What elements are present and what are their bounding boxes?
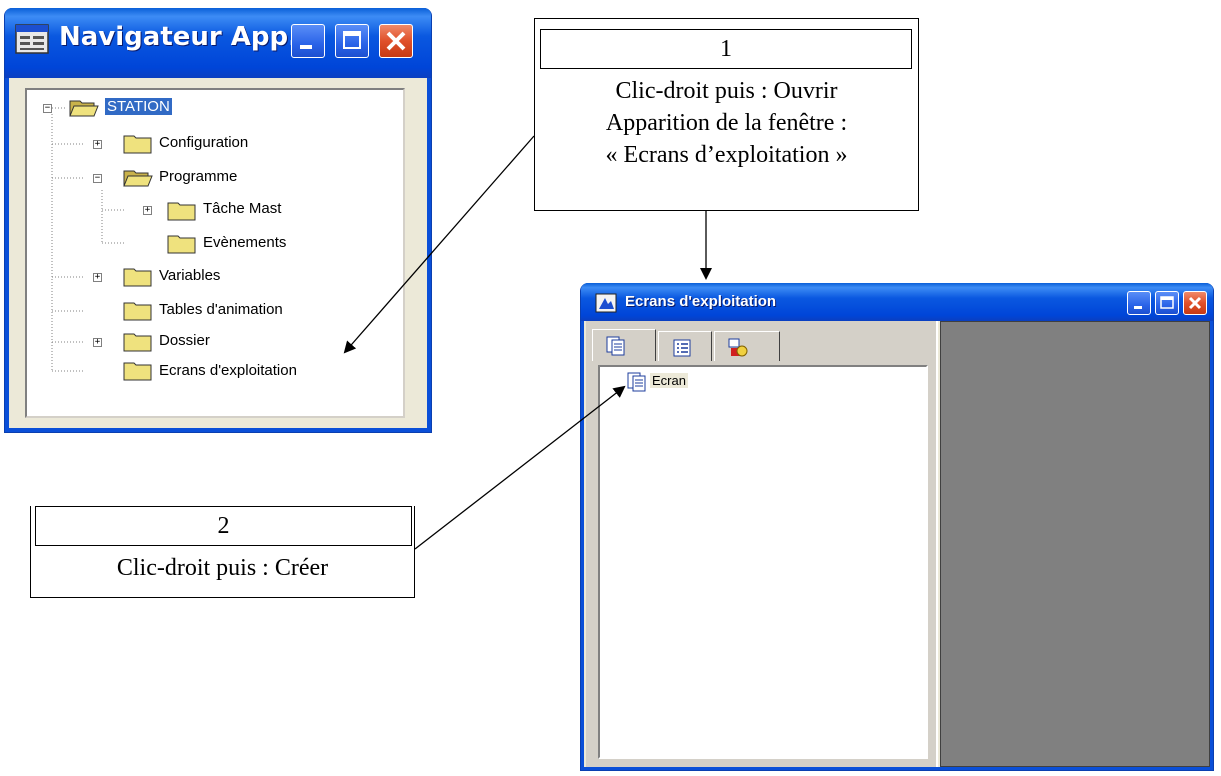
ecrans-client: Ecran bbox=[584, 321, 1210, 767]
ecrans-title: Ecrans d'exploitation bbox=[625, 293, 777, 310]
objects-icon bbox=[728, 338, 748, 357]
tree-item-programme[interactable]: Programme bbox=[159, 168, 237, 185]
folder-icon bbox=[123, 135, 152, 154]
expand-configuration-toggle[interactable]: + bbox=[93, 140, 102, 149]
minimize-icon bbox=[1134, 306, 1142, 309]
folder-icon bbox=[123, 333, 152, 352]
screens-list[interactable]: Ecran bbox=[598, 365, 928, 759]
ecrans-left-pane: Ecran bbox=[586, 321, 938, 767]
callout-1-line3: « Ecrans d’exploitation » bbox=[605, 142, 848, 168]
list-icon bbox=[673, 339, 691, 357]
tab-screens[interactable] bbox=[592, 329, 656, 361]
navigator-window: Navigateur App... − STATION + Configurat… bbox=[4, 8, 432, 433]
navigator-title: Navigateur App... bbox=[59, 22, 318, 52]
minimize-icon bbox=[300, 45, 312, 49]
app-window-icon bbox=[15, 24, 49, 54]
screen-window-icon bbox=[595, 293, 617, 313]
ecrans-title-bar[interactable]: Ecrans d'exploitation bbox=[581, 283, 1213, 321]
minimize-button[interactable] bbox=[1127, 291, 1151, 315]
tree-item-dossier[interactable]: Dossier bbox=[159, 332, 210, 349]
list-item-ecran[interactable]: Ecran bbox=[650, 373, 688, 388]
callout-1: 1 Clic-droit puis : Ouvrir Apparition de… bbox=[534, 18, 919, 211]
folder-icon bbox=[123, 302, 152, 321]
callout-2-line1: Clic-droit puis : Créer bbox=[116, 555, 329, 581]
minimize-button[interactable] bbox=[291, 24, 325, 58]
folder-icon bbox=[123, 362, 152, 381]
navigator-client: − STATION + Configuration − Programme + bbox=[9, 78, 427, 428]
open-folder-icon bbox=[123, 170, 153, 187]
expand-dossier-toggle[interactable]: + bbox=[93, 338, 102, 347]
tree-item-evenements[interactable]: Evènements bbox=[203, 234, 286, 251]
expand-tache-mast-toggle[interactable]: + bbox=[143, 206, 152, 215]
application-tree[interactable]: − STATION + Configuration − Programme + bbox=[25, 88, 405, 418]
tree-item-configuration[interactable]: Configuration bbox=[159, 134, 248, 151]
expand-variables-toggle[interactable]: + bbox=[93, 273, 102, 282]
screen-page-icon bbox=[627, 372, 646, 392]
callout-2: 2 Clic-droit puis : Créer bbox=[30, 506, 415, 598]
ecrans-editor-pane[interactable] bbox=[940, 321, 1210, 767]
folder-icon bbox=[123, 268, 152, 287]
callout-2-number: 2 bbox=[35, 506, 412, 546]
tab-messages[interactable] bbox=[658, 331, 712, 361]
navigator-title-bar[interactable]: Navigateur App... bbox=[5, 8, 431, 78]
collapse-root-toggle[interactable]: − bbox=[43, 104, 52, 113]
tab-objects[interactable] bbox=[714, 331, 780, 361]
callout-1-line2: Apparition de la fenêtre : bbox=[605, 110, 848, 136]
tree-item-tache-mast[interactable]: Tâche Mast bbox=[203, 200, 281, 217]
close-icon bbox=[1188, 296, 1202, 310]
callout-1-line1: Clic-droit puis : Ouvrir bbox=[615, 78, 838, 104]
tree-root-station[interactable]: STATION bbox=[105, 98, 172, 115]
maximize-icon bbox=[343, 31, 361, 49]
open-folder-icon bbox=[69, 100, 99, 117]
maximize-icon bbox=[1160, 296, 1174, 309]
tree-item-ecrans-exploitation[interactable]: Ecrans d'exploitation bbox=[159, 362, 297, 379]
folder-icon bbox=[167, 235, 196, 254]
close-button[interactable] bbox=[1183, 291, 1207, 315]
close-icon bbox=[386, 31, 406, 51]
maximize-button[interactable] bbox=[1155, 291, 1179, 315]
ecrans-window: Ecrans d'exploitation Ecran bbox=[580, 283, 1214, 771]
collapse-programme-toggle[interactable]: − bbox=[93, 174, 102, 183]
close-button[interactable] bbox=[379, 24, 413, 58]
tree-item-variables[interactable]: Variables bbox=[159, 267, 220, 284]
callout-1-number: 1 bbox=[540, 29, 912, 69]
maximize-button[interactable] bbox=[335, 24, 369, 58]
screen-pages-icon bbox=[606, 336, 625, 356]
tree-item-tables-animation[interactable]: Tables d'animation bbox=[159, 301, 283, 318]
folder-icon bbox=[167, 202, 196, 221]
